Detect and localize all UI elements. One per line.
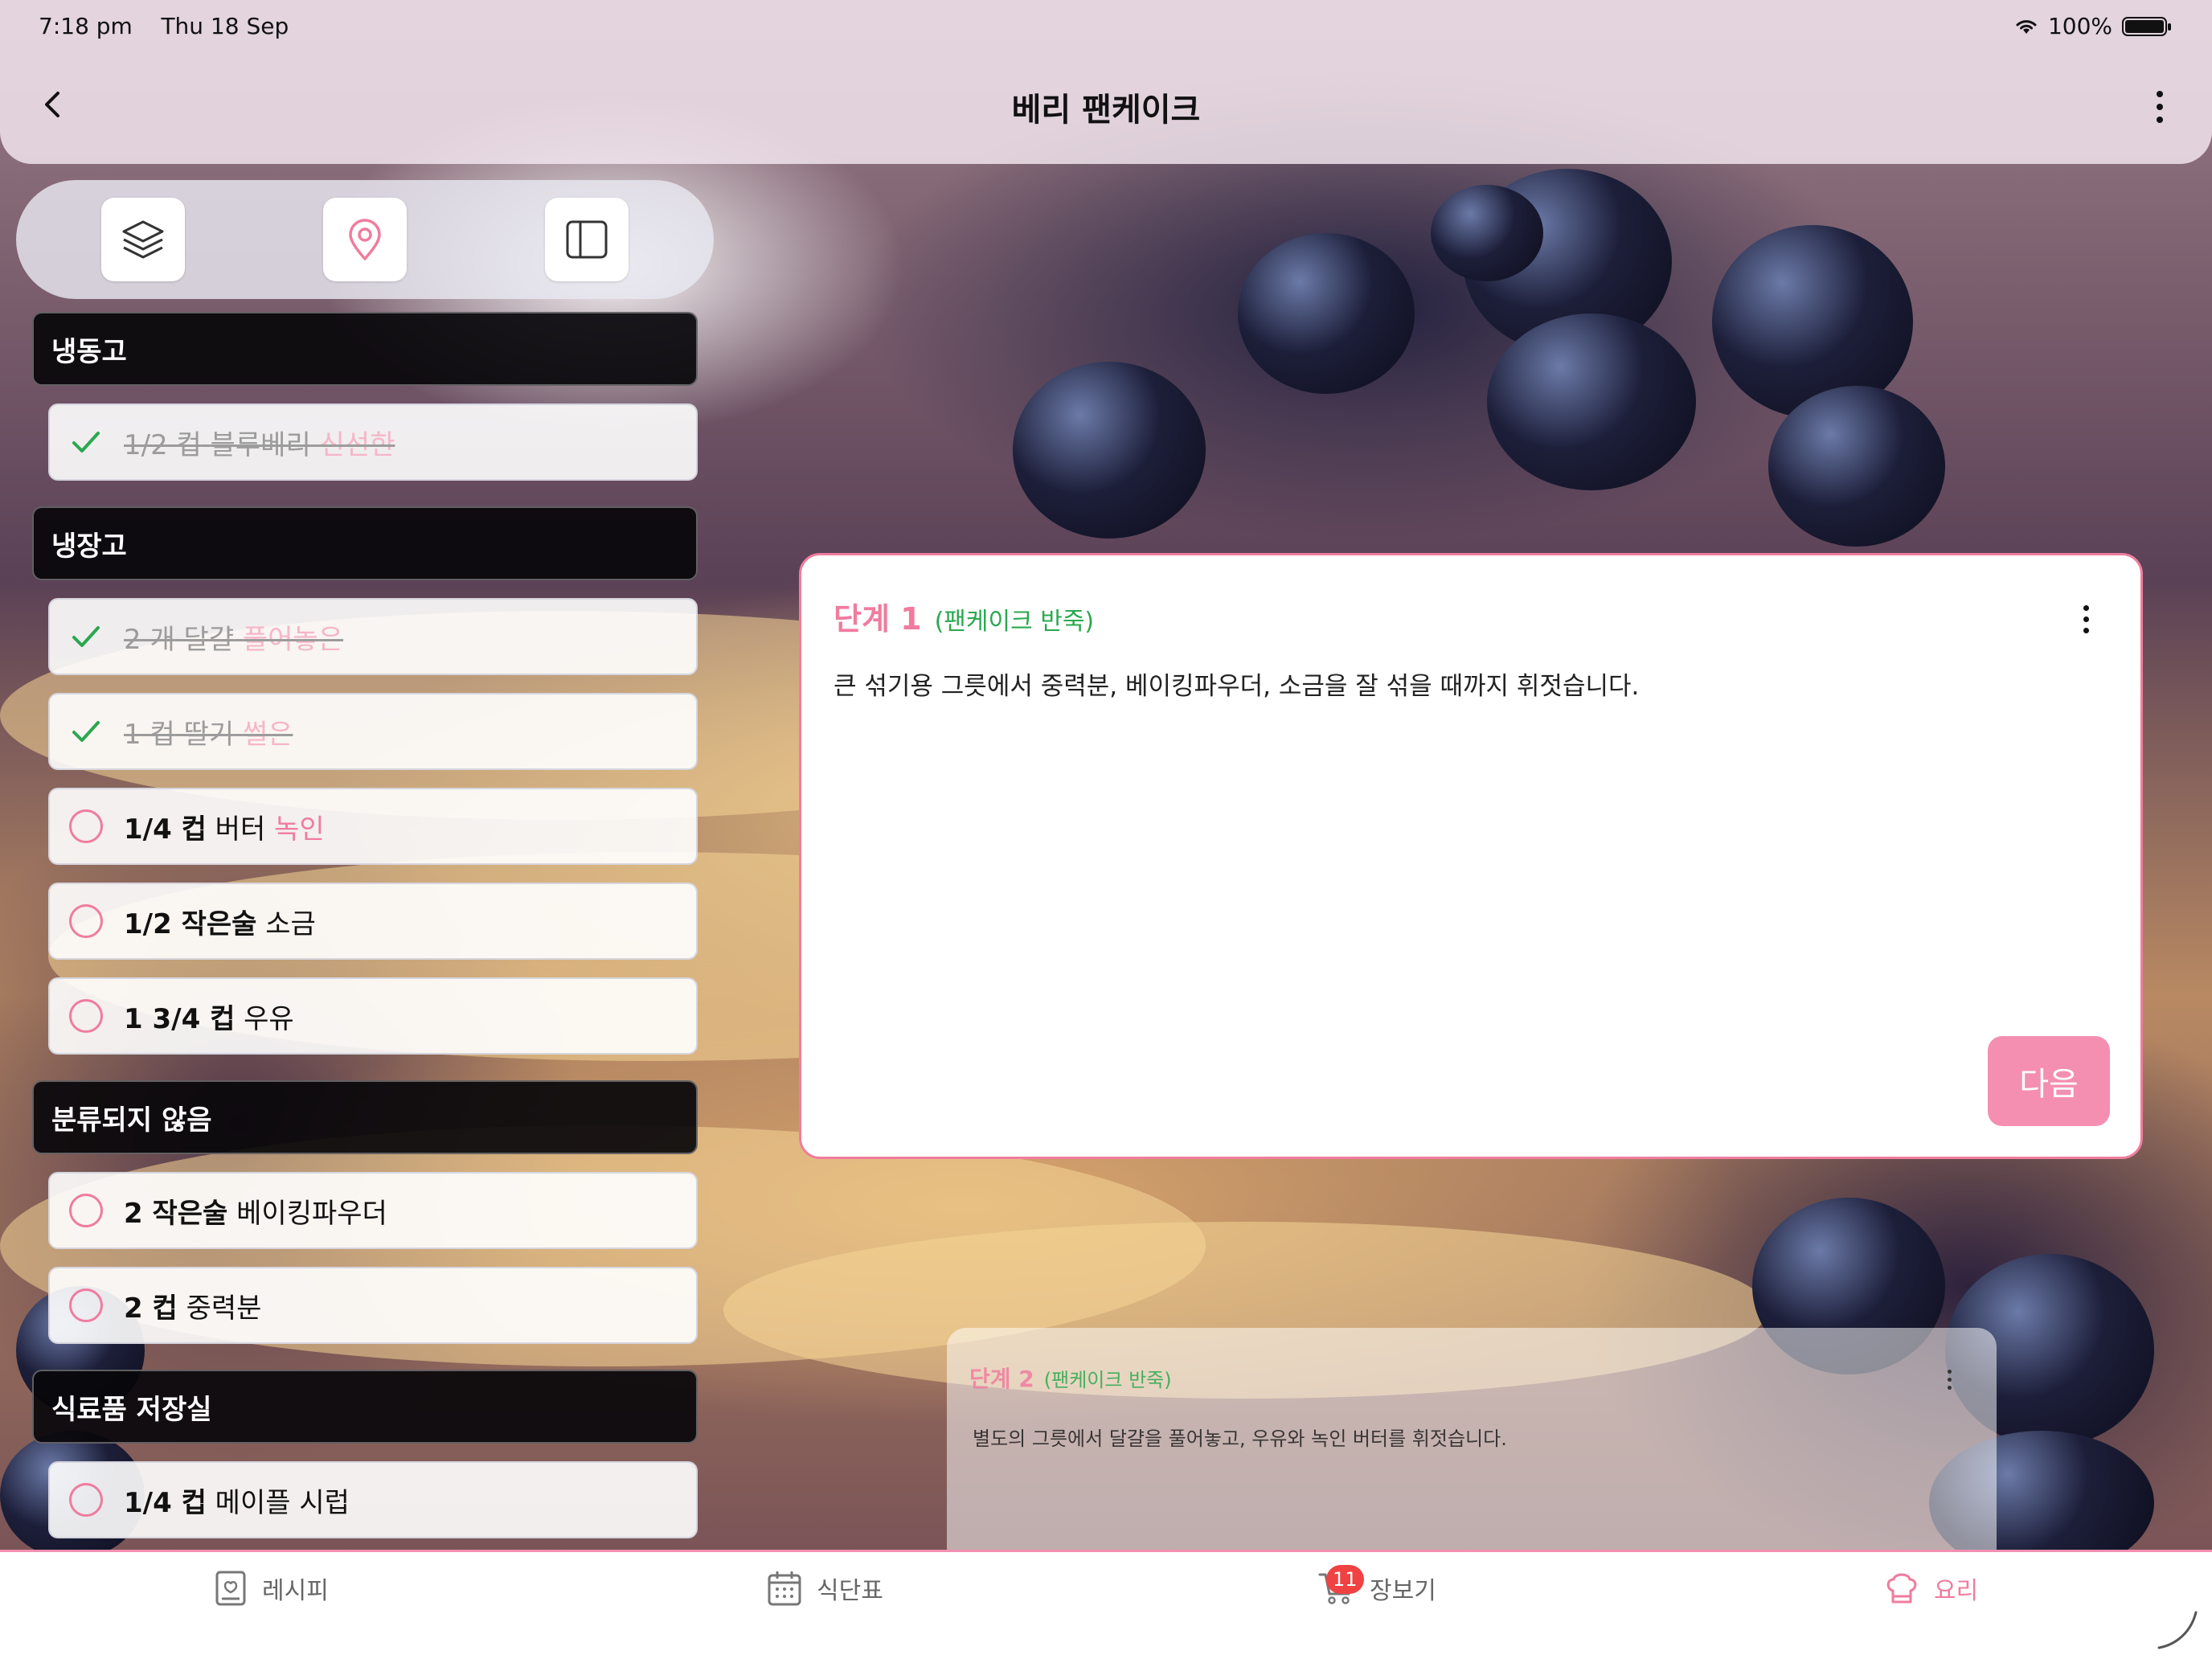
ingredient-name: 우유 <box>244 1002 294 1035</box>
tab-label: 장보기 <box>1370 1577 1436 1605</box>
next-step-button[interactable]: 다음 <box>1988 1036 2110 1126</box>
battery-percent: 100% <box>2047 13 2112 39</box>
battery-icon <box>2122 16 2171 36</box>
status-time-date: 7:18 pm Thu 18 Sep <box>39 13 289 39</box>
location-pin-icon <box>349 219 381 260</box>
view-toolbar <box>16 180 714 299</box>
sidebar-toggle-button[interactable] <box>545 198 629 281</box>
checkbox-circle-icon[interactable] <box>68 997 104 1034</box>
section-title: 식료품 저장실 <box>51 1393 212 1426</box>
tab-bar: 레시피 식단표 11 장보기 요리 <box>0 1550 2212 1659</box>
more-options-button[interactable] <box>2140 80 2180 133</box>
tab-meal-plan[interactable]: 식단표 <box>767 1570 883 1607</box>
tab-cook[interactable]: 요리 <box>1884 1570 1978 1607</box>
ingredient-qty: 2 컵 <box>124 1292 178 1325</box>
ingredient-qty: 2 작은술 <box>124 1197 228 1230</box>
step-label: 단계 1 <box>834 601 922 637</box>
more-vertical-icon <box>2083 605 2089 611</box>
step-subtitle: (팬케이크 반죽) <box>1043 1369 1172 1391</box>
checkmark-icon <box>68 424 104 461</box>
ingredient-name: 달걀 <box>183 623 235 656</box>
ingredient-item[interactable]: 2 컵 중력분 <box>48 1267 698 1344</box>
ingredient-qty: 1 3/4 컵 <box>124 1002 236 1035</box>
layers-button[interactable] <box>101 198 185 281</box>
ingredient-qty: 1/4 컵 <box>124 1486 207 1519</box>
ingredient-qty: 1 컵 <box>124 718 175 751</box>
ingredient-item[interactable]: 1 3/4 컵 우유 <box>48 977 698 1055</box>
next-step-card[interactable]: 단계 2 (팬케이크 반죽) 별도의 그릇에서 달걀을 풀어놓고, 우유와 녹인… <box>947 1328 1997 1553</box>
ingredient-name: 딸기 <box>183 718 235 751</box>
section-title: 냉동고 <box>51 335 127 368</box>
checkbox-circle-icon[interactable] <box>68 808 104 845</box>
calendar-icon <box>768 1571 801 1606</box>
section-header-pantry: 식료품 저장실 <box>32 1370 698 1444</box>
status-date: Thu 18 Sep <box>161 13 289 39</box>
more-vertical-icon <box>2157 91 2163 97</box>
ingredient-name: 중력분 <box>186 1292 262 1325</box>
chef-hat-icon <box>1886 1573 1917 1604</box>
tab-recipes[interactable]: 레시피 <box>214 1570 329 1607</box>
checkmark-icon <box>68 713 104 750</box>
section-header-freezer: 냉동고 <box>32 312 698 386</box>
ingredient-name: 메이플 시럽 <box>215 1486 350 1519</box>
step-instructions: 별도의 그릇에서 달걀을 풀어놓고, 우유와 녹인 버터를 휘젓습니다. <box>973 1428 1507 1450</box>
layers-icon <box>122 220 164 259</box>
ingredient-item[interactable]: 1/2 작은술 소금 <box>48 883 698 960</box>
more-vertical-icon <box>1948 1370 1952 1374</box>
section-header-uncategorized: 분류되지 않음 <box>32 1080 698 1154</box>
location-button[interactable] <box>323 198 407 281</box>
ingredient-name: 버터 <box>215 813 266 846</box>
ingredient-item[interactable]: 2 개 달걀 풀어놓은 <box>48 598 698 675</box>
wifi-icon <box>2016 19 2037 34</box>
checkbox-circle-icon[interactable] <box>68 903 104 940</box>
ingredient-item[interactable]: 1/4 컵 버터 녹인 <box>48 788 698 865</box>
ingredient-name: 베이킹파우더 <box>236 1197 387 1230</box>
recipe-book-icon <box>215 1571 246 1606</box>
section-title: 분류되지 않음 <box>51 1104 212 1137</box>
tab-label: 레시피 <box>262 1577 329 1605</box>
checkbox-circle-icon[interactable] <box>68 1287 104 1324</box>
ingredient-name: 소금 <box>265 907 316 940</box>
ingredient-item[interactable]: 2 작은술 베이킹파우더 <box>48 1172 698 1249</box>
step-subtitle: (팬케이크 반죽) <box>934 608 1095 636</box>
section-header-fridge: 냉장고 <box>32 506 698 580</box>
resize-handle-icon <box>2157 1611 2198 1649</box>
ingredient-item[interactable]: 1 컵 딸기 썰은 <box>48 693 698 770</box>
checkbox-circle-icon[interactable] <box>68 1481 104 1518</box>
ingredient-qty: 1/2 작은술 <box>124 907 257 940</box>
status-time: 7:18 pm <box>39 13 133 39</box>
sidebar-panel-icon <box>566 220 608 259</box>
current-step-card: 단계 1 (팬케이크 반죽) 큰 섞기용 그릇에서 중력분, 베이킹파우더, 소… <box>799 553 2143 1159</box>
ingredient-name: 블루베리 <box>210 428 311 461</box>
section-title: 냉장고 <box>51 530 127 563</box>
ingredient-note: 썰은 <box>242 718 293 751</box>
ingredient-item[interactable]: 1/4 컵 메이플 시럽 <box>48 1461 698 1538</box>
step-more-button[interactable] <box>2080 602 2092 637</box>
ingredient-note: 신선한 <box>319 428 395 461</box>
step-more-button[interactable] <box>1944 1366 1955 1393</box>
ingredient-item[interactable]: 1/2 컵 블루베리 신선한 <box>48 403 698 481</box>
page-title: 베리 팬케이크 <box>1011 92 1201 129</box>
checkmark-icon <box>68 618 104 655</box>
cart-badge: 11 <box>1326 1565 1364 1594</box>
ingredient-qty: 2 개 <box>124 623 175 656</box>
ingredient-qty: 1/2 컵 <box>124 428 202 461</box>
step-label: 단계 2 <box>969 1366 1034 1392</box>
status-indicators: 100% <box>2014 13 2171 39</box>
checkbox-circle-icon[interactable] <box>68 1192 104 1229</box>
tab-shopping[interactable]: 11 장보기 <box>1318 1565 1436 1607</box>
tab-label: 식단표 <box>817 1577 883 1605</box>
ingredient-note: 녹인 <box>274 813 325 846</box>
navigation-bar: 7:18 pm Thu 18 Sep 100% 베리 팬케이크 <box>0 0 2212 164</box>
ingredient-note: 풀어놓은 <box>242 623 344 656</box>
ingredient-qty: 1/4 컵 <box>124 813 207 846</box>
step-instructions: 큰 섞기용 그릇에서 중력분, 베이킹파우더, 소금을 잘 섞을 때까지 휘젓습… <box>834 672 1640 701</box>
tab-label: 요리 <box>1934 1577 1979 1605</box>
